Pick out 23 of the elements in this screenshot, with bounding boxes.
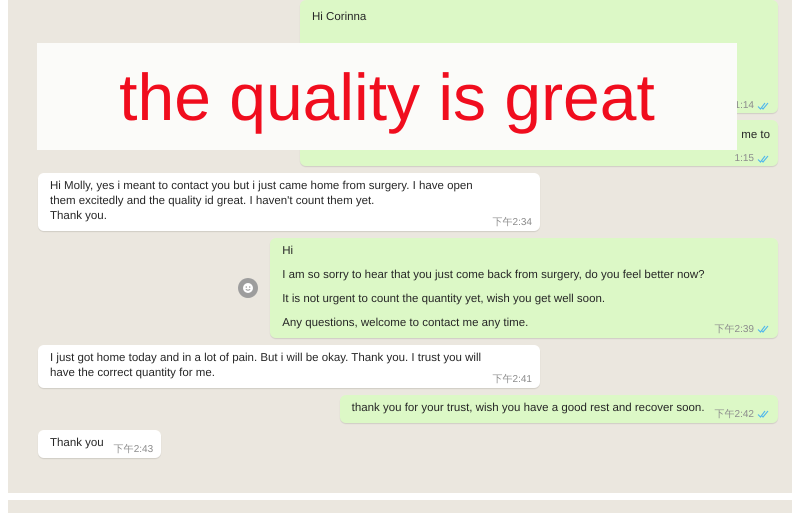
caption-banner: the quality is great: [37, 43, 737, 150]
message-time: 下午2:41: [492, 373, 532, 386]
double-check-icon: [757, 325, 770, 333]
double-check-icon: [757, 410, 770, 418]
message-text: Any questions, welcome to contact me any time.: [282, 316, 530, 331]
message-text: I just got home today and in a lot of pain. But i will be okay. Thank you. I trust you will have the correct quantity for me.: [50, 351, 482, 381]
message-time: 下午2:43: [114, 443, 154, 456]
message-time: 下午2:42: [714, 408, 754, 421]
message-time: 1:15: [734, 153, 754, 164]
emoji-button[interactable]: [238, 278, 258, 298]
message-text: Hi Molly, yes i meant to contact you but i just came home from surgery. I have open them excitedly and the quality id great. I haven't count them yet. Thank you.: [50, 179, 474, 224]
message-text: I am so sorry to hear that you just come back from surgery, do you feel better now?: [282, 268, 705, 283]
message-text: Hi Corinna: [312, 10, 366, 25]
message-text: thank you for your trust, wish you have a good rest and recover soon.: [352, 401, 705, 416]
double-check-icon: [757, 102, 770, 110]
smiley-icon: [242, 282, 254, 294]
message-text: Thank you: [50, 436, 104, 451]
double-check-icon: [757, 154, 770, 162]
message-time: 下午2:39: [714, 323, 754, 336]
message-time: 下午2:34: [492, 216, 532, 229]
message-text: It is not urgent to count the quantity yet, wish you get well soon.: [282, 292, 606, 307]
message-text: me to: [741, 128, 770, 143]
message-text: Hi: [282, 244, 294, 259]
